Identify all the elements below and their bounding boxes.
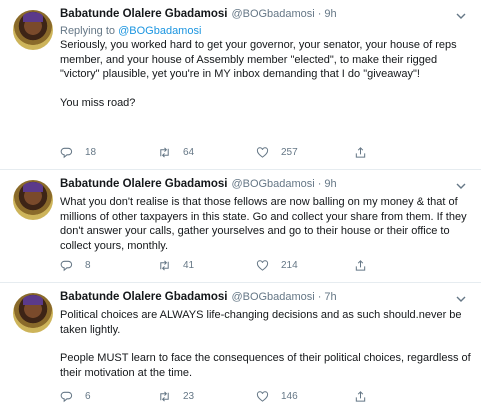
share-icon xyxy=(355,147,366,158)
replying-prefix: Replying to xyxy=(60,25,119,37)
tweet-text: What you don't realise is that those fel… xyxy=(60,195,471,253)
retweet-count: 23 xyxy=(183,391,195,402)
chevron-down-icon[interactable] xyxy=(455,293,467,305)
tweet-header: Babatunde Olalere Gbadamosi @BOGbadamosi… xyxy=(60,8,471,24)
avatar[interactable] xyxy=(13,180,53,220)
chevron-down-icon[interactable] xyxy=(455,10,467,22)
share-icon xyxy=(355,260,366,271)
like-button[interactable]: 214 xyxy=(256,259,354,272)
reply-icon xyxy=(60,391,73,403)
author-name[interactable]: Babatunde Olalere Gbadamosi xyxy=(60,178,227,190)
author-handle[interactable]: @BOGbadamosi xyxy=(231,291,314,303)
separator-dot: · xyxy=(317,291,322,303)
share-icon xyxy=(355,391,366,402)
tweet-header: Babatunde Olalere Gbadamosi @BOGbadamosi… xyxy=(60,178,471,194)
retweet-count: 41 xyxy=(183,260,195,271)
avatar[interactable] xyxy=(13,293,53,333)
tweet-actions: 8 41 214 xyxy=(60,259,410,272)
retweet-button[interactable]: 23 xyxy=(158,390,256,403)
separator-dot: · xyxy=(317,178,322,190)
retweet-count: 64 xyxy=(183,147,195,158)
author-handle[interactable]: @BOGbadamosi xyxy=(231,178,314,190)
reply-icon xyxy=(60,147,73,159)
author-handle[interactable]: @BOGbadamosi xyxy=(231,8,314,20)
author-name[interactable]: Babatunde Olalere Gbadamosi xyxy=(60,8,227,20)
chevron-down-icon[interactable] xyxy=(455,180,467,192)
reply-count: 8 xyxy=(85,260,91,271)
tweet[interactable]: Babatunde Olalere Gbadamosi @BOGbadamosi… xyxy=(0,170,481,283)
replying-to: Replying to @BOGbadamosi xyxy=(60,25,471,37)
reply-button[interactable]: 18 xyxy=(60,146,158,159)
author-name[interactable]: Babatunde Olalere Gbadamosi xyxy=(60,291,227,303)
like-count: 257 xyxy=(281,147,298,158)
like-count: 214 xyxy=(281,260,298,271)
reply-count: 6 xyxy=(85,391,91,402)
share-button[interactable] xyxy=(354,259,379,272)
timestamp[interactable]: 9h xyxy=(324,178,336,190)
retweet-icon xyxy=(160,147,169,158)
retweet-icon xyxy=(160,260,169,271)
tweet[interactable]: Babatunde Olalere Gbadamosi @BOGbadamosi… xyxy=(0,0,481,170)
tweet-paragraph: People MUST learn to face the consequenc… xyxy=(60,352,471,379)
like-button[interactable]: 257 xyxy=(256,146,354,159)
retweet-button[interactable]: 64 xyxy=(158,146,256,159)
retweet-button[interactable]: 41 xyxy=(158,259,256,272)
heart-icon xyxy=(256,147,269,158)
like-button[interactable]: 146 xyxy=(256,390,354,403)
heart-icon xyxy=(256,391,269,402)
heart-icon xyxy=(256,260,269,271)
tweet-paragraph: Political choices are ALWAYS life-changi… xyxy=(60,309,462,336)
tweet-paragraph: You miss road? xyxy=(60,96,136,109)
share-button[interactable] xyxy=(354,390,379,403)
timestamp[interactable]: 9h xyxy=(324,8,336,20)
share-button[interactable] xyxy=(354,146,379,159)
like-count: 146 xyxy=(281,391,298,402)
tweet-actions: 18 64 257 xyxy=(60,146,410,159)
tweet-thread: Babatunde Olalere Gbadamosi @BOGbadamosi… xyxy=(0,0,481,413)
tweet-paragraph: Seriously, you worked hard to get your g… xyxy=(60,39,457,80)
tweet-header: Babatunde Olalere Gbadamosi @BOGbadamosi… xyxy=(60,291,471,307)
avatar[interactable] xyxy=(13,10,53,50)
replying-to-link[interactable]: @BOGbadamosi xyxy=(118,25,201,37)
tweet-actions: 6 23 146 xyxy=(60,390,410,403)
retweet-icon xyxy=(160,391,169,402)
reply-count: 18 xyxy=(85,147,97,158)
tweet-text: Seriously, you worked hard to get your g… xyxy=(60,38,471,110)
reply-icon xyxy=(60,260,73,272)
reply-button[interactable]: 6 xyxy=(60,390,158,403)
separator-dot: · xyxy=(317,8,322,20)
timestamp[interactable]: 7h xyxy=(324,291,336,303)
tweet-paragraph: What you don't realise is that those fel… xyxy=(60,196,467,252)
tweet[interactable]: Babatunde Olalere Gbadamosi @BOGbadamosi… xyxy=(0,283,481,413)
tweet-text: Political choices are ALWAYS life-changi… xyxy=(60,308,471,380)
reply-button[interactable]: 8 xyxy=(60,259,158,272)
